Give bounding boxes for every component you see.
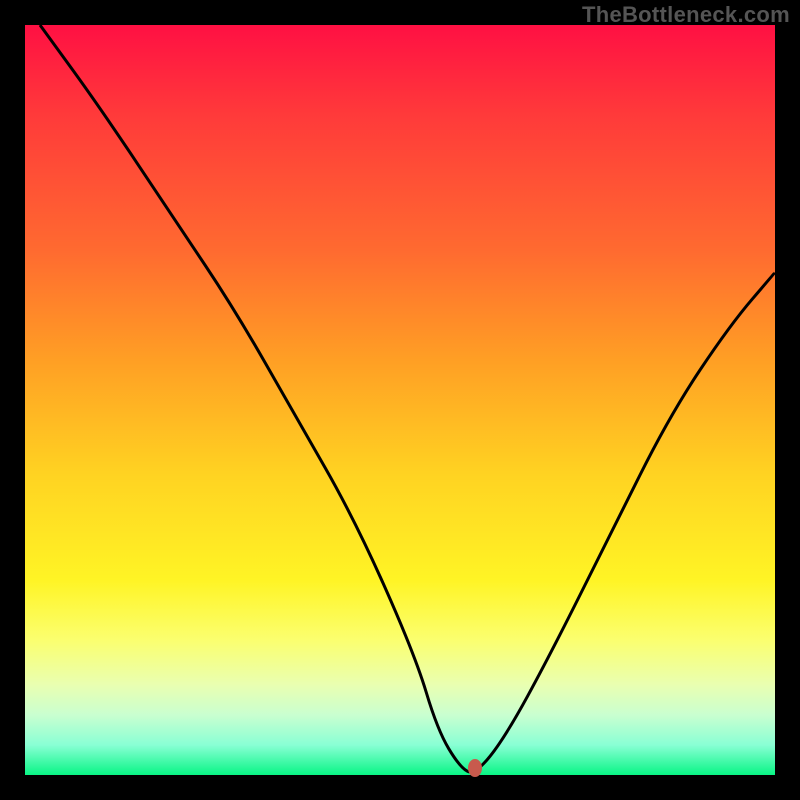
attribution-label: TheBottleneck.com: [582, 2, 790, 28]
plot-area: [25, 25, 775, 775]
optimum-marker: [468, 759, 482, 777]
bottleneck-curve-path: [40, 25, 775, 772]
chart-root: TheBottleneck.com: [0, 0, 800, 800]
curve-svg: [25, 25, 775, 775]
